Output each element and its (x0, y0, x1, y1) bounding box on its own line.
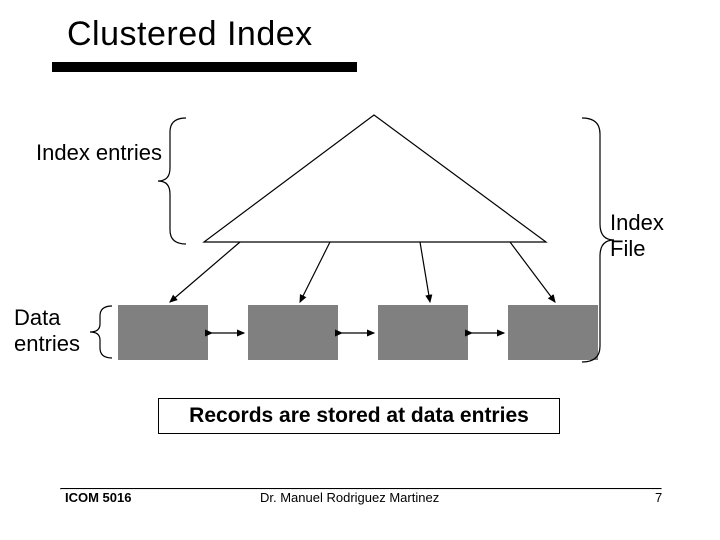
bracket-index-entries (158, 118, 186, 244)
index-tree-triangle (204, 115, 546, 242)
data-block-3 (378, 305, 468, 360)
bracket-data-entries (90, 306, 112, 358)
data-block-1 (118, 305, 208, 360)
clustered-index-diagram (0, 0, 720, 540)
caption-box: Records are stored at data entries (158, 398, 560, 434)
footer-left: ICOM 5016 (65, 490, 131, 505)
caption-text: Records are stored at data entries (189, 404, 529, 428)
arrow-to-block-4 (510, 242, 555, 302)
data-block-4 (508, 305, 598, 360)
footer-center: Dr. Manuel Rodriguez Martinez (260, 490, 439, 505)
label-index-entries: Index entries (36, 140, 162, 166)
arrow-to-block-1 (170, 242, 240, 302)
data-block-2 (248, 305, 338, 360)
footer-page: 7 (655, 490, 662, 505)
label-data-entries: Data entries (14, 305, 80, 358)
label-index-file: Index File (610, 210, 664, 263)
arrow-to-block-2 (300, 242, 330, 302)
arrow-to-block-3 (420, 242, 430, 302)
